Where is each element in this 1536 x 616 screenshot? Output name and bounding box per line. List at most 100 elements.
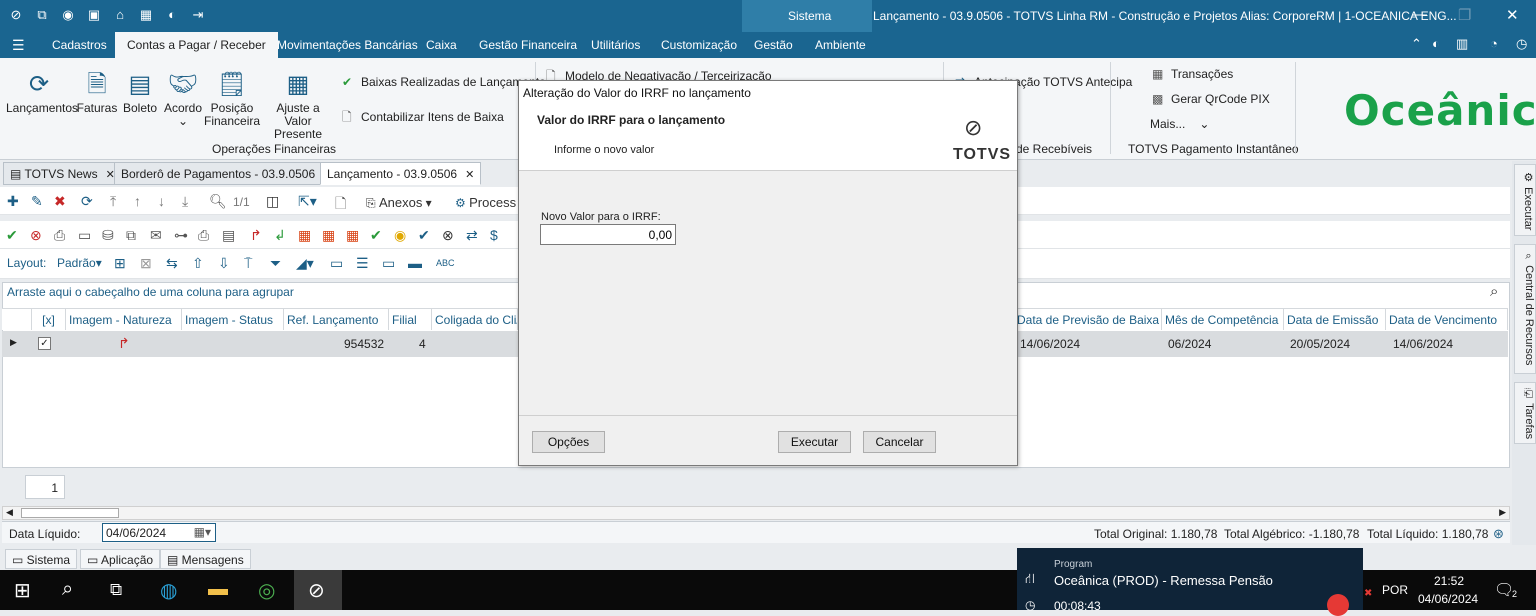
processos-button[interactable]: ⚙ Process — [455, 195, 516, 210]
column-header-mes-competencia[interactable]: Mês de Competência — [1162, 308, 1284, 330]
novo-valor-input[interactable] — [540, 224, 676, 245]
ajuste-valor-presente-button[interactable]: ▦ Ajuste a Valor Presente — [263, 68, 333, 141]
column-header-imagem-status[interactable]: Imagem - Status — [182, 308, 284, 330]
column-header-filial[interactable]: Filial — [389, 308, 432, 330]
red-arrow-icon[interactable]: ↱ — [250, 227, 262, 244]
mais-item[interactable]: Mais... ⌄ — [1150, 117, 1209, 131]
money-status-icon[interactable]: ⊛ — [1493, 526, 1504, 542]
panel-top-icon[interactable]: ▭ — [382, 255, 395, 272]
paint-icon[interactable]: ⍑ — [244, 255, 252, 272]
menu-movimentacoes-bancarias[interactable]: Movimentações Bancárias — [277, 38, 418, 52]
chart-icon[interactable]: ◢▾ — [296, 255, 314, 272]
restore-icon[interactable]: ❐ — [1458, 6, 1471, 24]
layout-select[interactable]: Padrão▾ — [57, 256, 102, 270]
menu-gestao[interactable]: Gestão — [754, 38, 793, 52]
previous-record-icon[interactable]: ↑ — [134, 193, 141, 209]
help-icon[interactable]: ◔ — [1490, 36, 1498, 51]
document-icon[interactable]: 🗋 — [335, 193, 346, 217]
app-icon[interactable]: ◎ — [258, 578, 275, 603]
x-circle-icon[interactable]: ⊗ — [442, 227, 454, 244]
menu-caixa[interactable]: Caixa — [426, 38, 457, 52]
totvs-taskbar-button[interactable]: ⊘ — [294, 570, 342, 610]
lancamentos-button[interactable]: ⟳ Lançamentos — [6, 68, 78, 115]
upload-icon[interactable]: ⇧ — [192, 255, 204, 272]
column-header-data-emissao[interactable]: Data de Emissão — [1284, 308, 1386, 330]
cancel-icon[interactable]: ⊗ — [30, 227, 42, 244]
green-arrow-icon[interactable]: ↲ — [274, 227, 286, 244]
bottom-tab-mensagens[interactable]: ▤ Mensagens — [160, 549, 251, 569]
row-checkbox[interactable]: ✓ — [38, 337, 51, 350]
copy-icon[interactable]: ⧉ — [126, 227, 136, 244]
computer-icon[interactable]: ⎙ — [54, 227, 65, 244]
file-explorer-icon[interactable]: ▬ — [208, 578, 228, 601]
menu-cadastros[interactable]: Cadastros — [52, 38, 107, 52]
grid-icon[interactable]: ▦ — [138, 7, 154, 23]
baixas-realizadas-item[interactable]: ✔ Baixas Realizadas de Lançamento — [342, 75, 546, 89]
sistema-tab[interactable]: Sistema — [788, 9, 831, 23]
search-icon[interactable]: ⌕ — [62, 578, 73, 601]
database-icon[interactable]: ⛁ — [102, 227, 114, 244]
search-icon[interactable]: 🔍︎ — [209, 193, 227, 210]
menu-utilitarios[interactable]: Utilitários — [591, 38, 640, 52]
column-header-data-vencimento[interactable]: Data de Vencimento — [1386, 308, 1508, 330]
money-icon[interactable]: $ — [490, 227, 498, 243]
next-record-icon[interactable]: ↓ — [158, 193, 165, 209]
close-tab-icon[interactable]: ✕ — [465, 169, 474, 181]
column-header-coligada[interactable]: Coligada do Cli/Fo — [432, 308, 518, 330]
contabilizar-itens-item[interactable]: 🗋 Contabilizar Itens de Baixa — [342, 108, 504, 129]
panel-bottom-icon[interactable]: ▭ — [330, 255, 343, 272]
bottom-tab-sistema[interactable]: ▭ Sistema — [5, 549, 78, 569]
minimize-icon[interactable]: — — [1412, 6, 1427, 23]
tree-icon[interactable]: ⊶ — [174, 227, 188, 244]
globe-icon[interactable]: ◐ — [1432, 36, 1440, 51]
globe-icon[interactable]: ◐ — [164, 7, 180, 23]
calendar-icon[interactable]: ▦ — [346, 227, 359, 244]
horizontal-scrollbar[interactable]: ◀ ▶ — [2, 506, 1510, 520]
download-icon[interactable]: ⇩ — [218, 255, 230, 272]
column-header-data-previsao-baixa[interactable]: Data de Previsão de Baixa — [1014, 308, 1162, 330]
monitor-icon[interactable]: ▭ — [78, 227, 91, 244]
options-button[interactable]: Opções — [532, 431, 605, 453]
data-liquido-field[interactable]: 04/06/2024 ▦▾ — [102, 523, 216, 542]
calendar-dropdown-icon[interactable]: ▦▾ — [194, 525, 211, 539]
scroll-thumb[interactable] — [21, 508, 119, 518]
delete-row-icon[interactable]: ⊠ — [140, 255, 152, 272]
boleto-button[interactable]: ▤ Boleto — [122, 68, 158, 115]
anexos-button[interactable]: ⎘ Anexos ▾ — [366, 195, 432, 211]
layout-icon[interactable]: ▥ — [1456, 36, 1468, 52]
sidebar-tab-tarefas[interactable]: ⎗ Tarefas — [1514, 382, 1536, 444]
tab-bordero-pagamentos[interactable]: Borderô de Pagamentos - 03.9.0506✕ — [114, 162, 340, 185]
calendar-icon[interactable]: ▦ — [298, 227, 311, 244]
program-notification[interactable]: ⛙ Program Oceânica (PROD) - Remessa Pens… — [1017, 548, 1372, 616]
approve-icon[interactable]: ◉ — [394, 227, 406, 244]
panel-split-icon[interactable]: ☰ — [356, 255, 369, 272]
spell-check-icon[interactable]: ABC — [436, 258, 455, 268]
home-icon[interactable]: ⌂ — [112, 7, 128, 23]
menu-gestao-financeira[interactable]: Gestão Financeira — [479, 38, 577, 52]
sidebar-tab-executar[interactable]: ⚙ Executar — [1514, 164, 1536, 236]
execute-button[interactable]: Executar — [778, 431, 851, 453]
posicao-financeira-button[interactable]: 🗒 Posição Financeira — [204, 68, 260, 128]
mail-icon[interactable]: ✉ — [150, 227, 162, 244]
column-header-imagem-natureza[interactable]: Imagem - Natureza — [66, 308, 182, 330]
first-record-icon[interactable]: ⤒ — [110, 193, 116, 210]
eye-icon[interactable]: ◉ — [60, 7, 76, 23]
gerar-qrcode-pix-item[interactable]: ▩ Gerar QrCode PIX — [1152, 92, 1270, 106]
add-icon[interactable]: ✚ — [7, 193, 19, 210]
sidebar-tab-central-recursos[interactable]: ⌕ Central de Recursos — [1514, 244, 1536, 374]
filter-icon[interactable]: ⏷ — [270, 255, 281, 272]
search-icon[interactable]: ⌕ — [1490, 283, 1498, 300]
stop-icon[interactable] — [1327, 594, 1349, 616]
settings-icon[interactable]: ◷ — [1516, 36, 1527, 52]
transfer-icon[interactable]: ⇄ — [466, 227, 478, 244]
columns-icon[interactable]: ◫ — [266, 193, 279, 210]
row-expand-icon[interactable]: ▶ — [10, 337, 17, 348]
edit-icon[interactable]: ✎ — [31, 193, 43, 210]
scroll-right-icon[interactable]: ▶ — [1499, 507, 1506, 518]
close-icon[interactable]: ✕ — [1506, 6, 1519, 24]
calendar-icon[interactable]: ▦ — [322, 227, 335, 244]
edge-icon[interactable]: ◍ — [160, 578, 177, 603]
menu-customizacao[interactable]: Customização — [661, 38, 737, 52]
check-icon[interactable]: ✔ — [6, 227, 18, 244]
windows-start-icon[interactable]: ⊞ — [14, 578, 31, 603]
